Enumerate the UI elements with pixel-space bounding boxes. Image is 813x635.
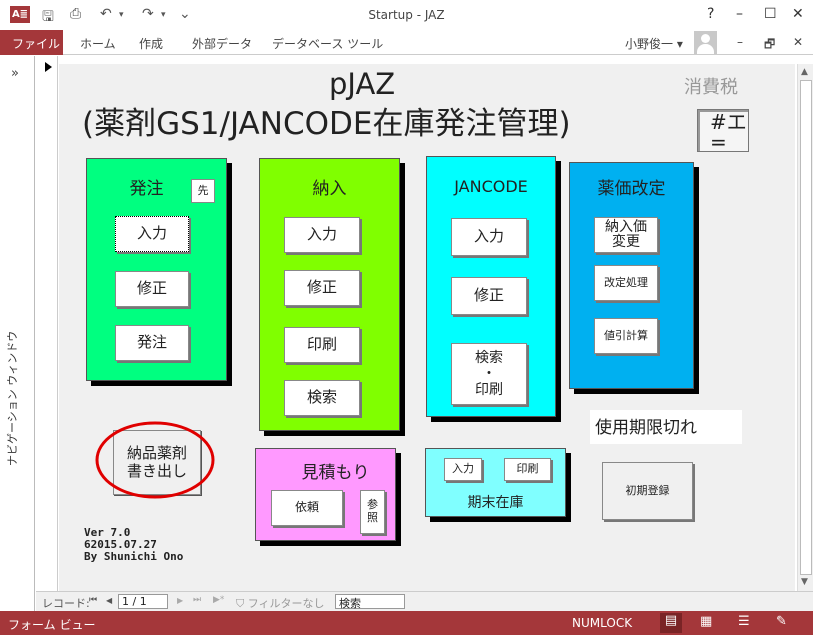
record-selector[interactable] [36,56,58,591]
tab-external-data[interactable]: 外部データ [192,35,252,52]
delivery-print-button[interactable]: 印刷 [284,327,360,363]
prev-record-icon[interactable]: ◀ [106,596,112,605]
title-bar: A≣ 🖫 ⎙ ↶ ▾ ↷ ▾ ⌄ Startup - JAZ ? – ☐ ✕ [0,0,813,30]
estimate-panel-title: 見積もり [301,463,370,483]
price-revision-title: 薬価改定 [597,179,666,199]
ribbon-restore-button[interactable]: 🗗 [764,35,775,56]
version-text: Ver 7.0 62015.07.27 By Shunichi Ono [84,526,184,563]
order-send-button[interactable]: 発注 [115,325,189,361]
view-mode-label: フォーム ビュー [8,618,96,632]
tab-create[interactable]: 作成 [139,35,163,52]
vertical-scrollbar[interactable]: ▲ ▼ [797,64,813,591]
stock-input-button[interactable]: 入力 [444,458,482,481]
expand-chevron-icon[interactable]: » [11,66,19,81]
order-first-button[interactable]: 先 [191,179,215,203]
tab-home[interactable]: ホーム [80,35,116,52]
last-record-icon[interactable]: ⏭ [193,595,201,605]
record-search-input[interactable]: 検索 [335,594,405,610]
tax-label: 消費税 [684,77,738,98]
delivery-panel: 納入 入力 修正 印刷 検索 [259,158,400,431]
estimate-panel: 見積もり 依頼 参 照 [255,448,396,541]
ribbon-close-button[interactable]: ✕ [793,35,803,49]
estimate-request-button[interactable]: 依頼 [271,490,343,526]
stock-print-button[interactable]: 印刷 [504,458,551,481]
layout-view-icon[interactable]: ☰ [738,614,750,629]
help-button[interactable]: ? [707,6,714,22]
window-title: Startup - JAZ [368,8,445,22]
scroll-thumb[interactable] [800,80,812,575]
startup-form: pJAZ (薬剤GS1/JANCODE在庫発注管理) 消費税 #エ = 発注 先… [59,64,795,591]
ribbon-minimize-button[interactable]: – [737,35,743,49]
filter-status[interactable]: ⛉ フィルターなし [236,595,325,611]
form-subtitle: (薬剤GS1/JANCODE在庫発注管理) [82,106,571,142]
scroll-up-icon[interactable]: ▲ [801,67,808,77]
navigation-pane-label: ナビゲーション ウィンドウ [6,330,19,466]
navigation-pane[interactable]: » ナビゲーション ウィンドウ [0,56,35,611]
tab-file[interactable]: ファイル [0,30,63,55]
year-end-stock-title: 期末在庫 [467,495,524,511]
status-bar: フォーム ビュー NUMLOCK ▤ ▦ ☰ ✎ [0,611,813,635]
order-edit-button[interactable]: 修正 [115,271,189,307]
delivery-edit-button[interactable]: 修正 [284,270,360,306]
maximize-button[interactable]: ☐ [764,6,777,22]
price-revision-panel: 薬価改定 納入価 変更 改定処理 値引計算 [569,162,694,389]
form-title: pJAZ [329,67,396,101]
jancode-panel-title: JANCODE [454,177,528,196]
ribbon-tabs: ファイル ホーム 作成 外部データ データベース ツール 小野俊一 ▾ – 🗗 … [0,30,813,55]
record-label: レコード: [42,597,90,610]
record-navigation-bar: レコード: ⏮ ◀ 1 / 1 ▶ ⏭ ▶* ⛉ フィルターなし 検索 [36,591,813,611]
filter-status-label: フィルターなし [247,597,325,610]
close-button[interactable]: ✕ [792,6,804,22]
jancode-panel: JANCODE 入力 修正 検索 ・ 印刷 [426,156,556,417]
form-view-icon[interactable]: ▤ [660,613,682,633]
expired-label: 使用期限切れ [590,410,742,444]
price-revision-process-button[interactable]: 改定処理 [594,265,658,301]
delivery-input-button[interactable]: 入力 [284,217,360,253]
new-record-icon[interactable]: ▶* [213,595,224,605]
highlight-circle [95,421,215,499]
order-input-button[interactable]: 入力 [115,216,189,252]
avatar[interactable] [694,31,717,54]
minimize-button[interactable]: – [736,6,743,22]
jancode-input-button[interactable]: 入力 [451,218,527,256]
delivery-panel-title: 納入 [312,179,347,199]
design-view-icon[interactable]: ✎ [776,614,787,629]
year-end-stock-panel: 入力 印刷 期末在庫 [425,448,566,517]
numlock-indicator: NUMLOCK [572,616,633,630]
first-record-icon[interactable]: ⏮ [89,595,97,605]
datasheet-view-icon[interactable]: ▦ [700,614,712,629]
user-name[interactable]: 小野俊一 ▾ [625,35,683,52]
jancode-edit-button[interactable]: 修正 [451,277,527,315]
estimate-reference-button[interactable]: 参 照 [360,490,385,534]
record-position-field[interactable]: 1 / 1 [118,594,168,609]
order-panel: 発注 先 入力 修正 発注 [86,158,227,381]
current-record-icon [45,62,52,72]
jancode-search-print-button[interactable]: 検索 ・ 印刷 [451,343,527,405]
discount-calc-button[interactable]: 値引計算 [594,318,658,354]
delivery-price-change-button[interactable]: 納入価 変更 [594,217,658,253]
delivery-search-button[interactable]: 検索 [284,380,360,416]
hash-field[interactable]: #エ = [697,109,749,152]
next-record-icon[interactable]: ▶ [177,596,183,605]
initial-registration-button[interactable]: 初期登録 [602,462,693,520]
tab-database-tools[interactable]: データベース ツール [272,35,383,52]
scroll-down-icon[interactable]: ▼ [801,577,808,587]
